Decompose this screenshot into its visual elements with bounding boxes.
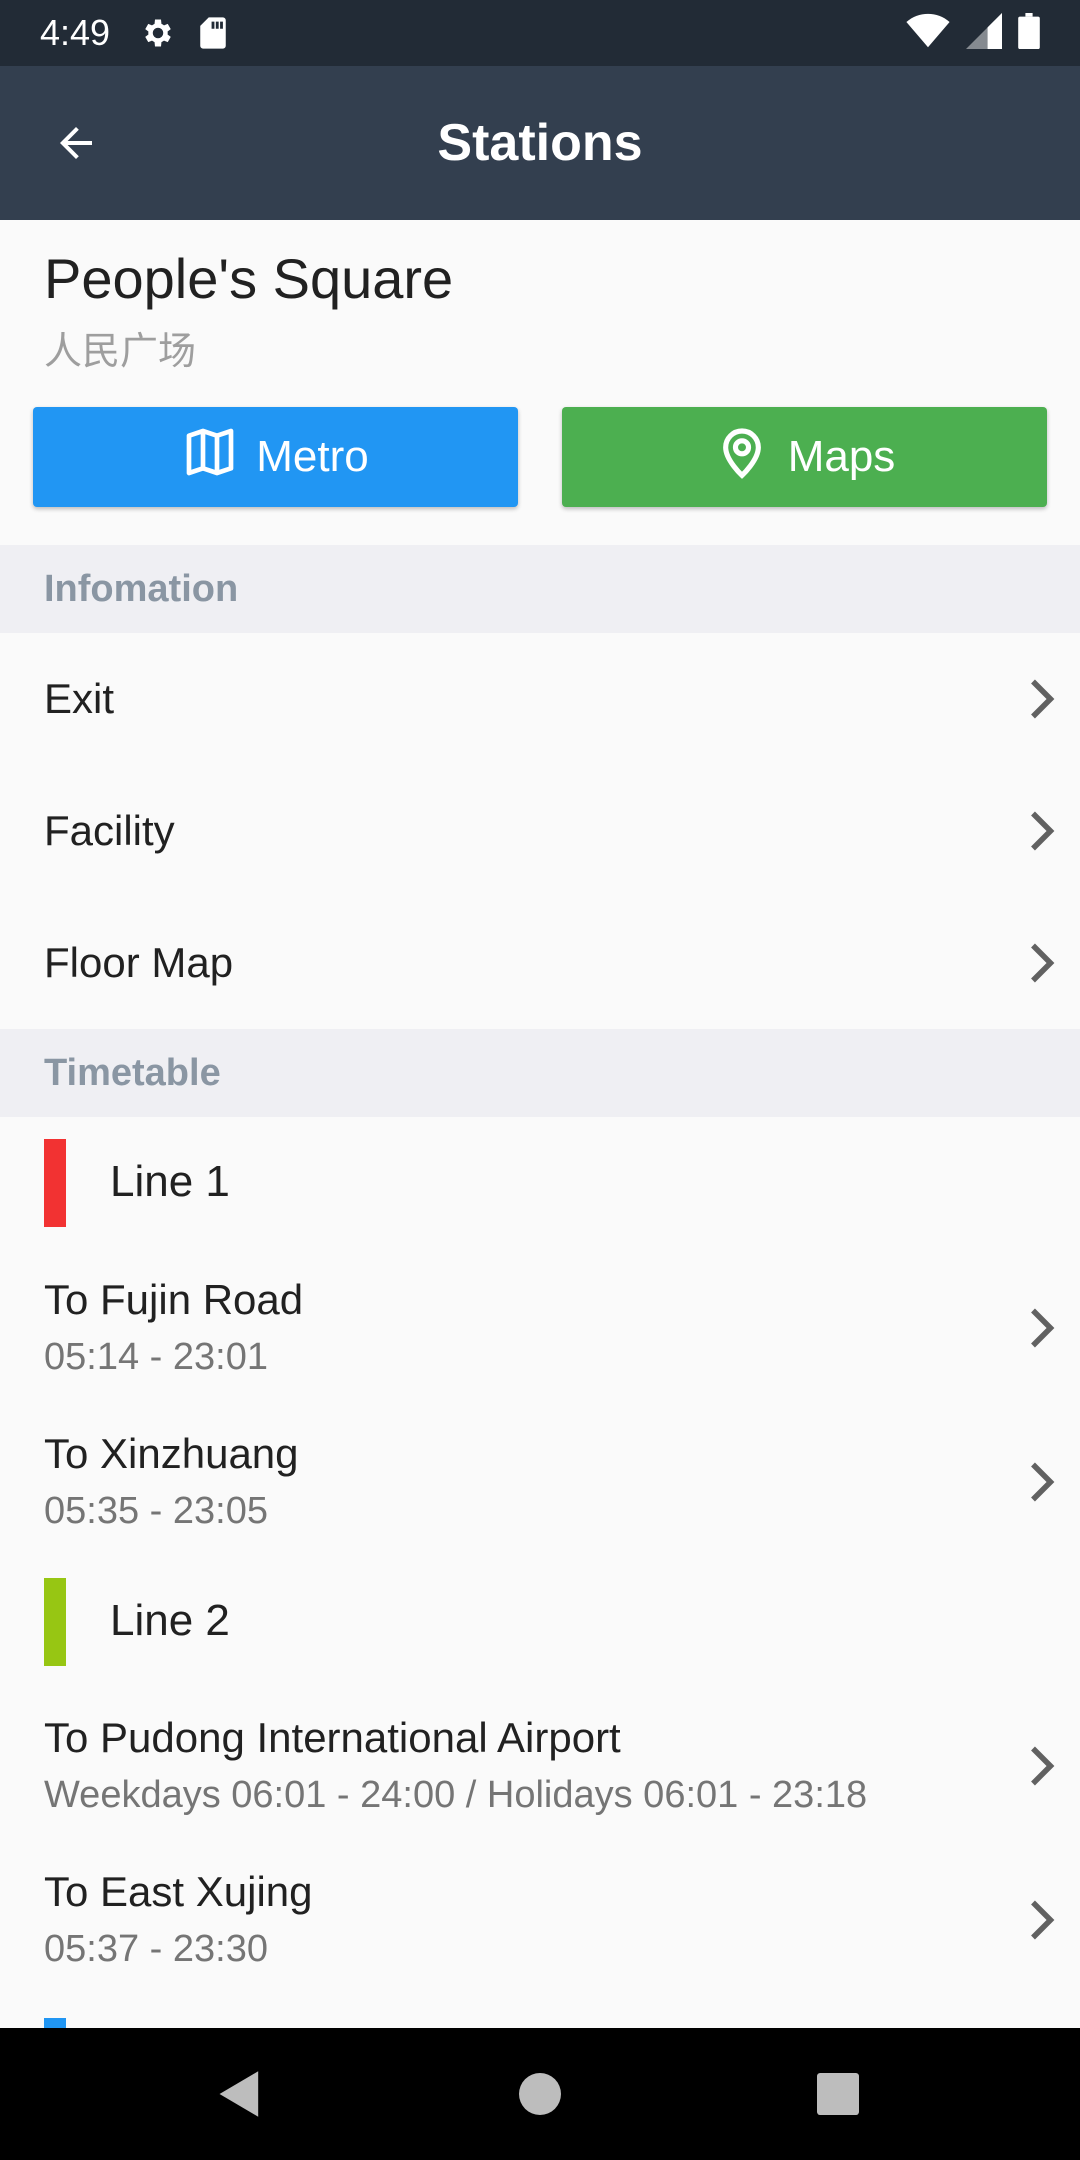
section-header-timetable: Timetable bbox=[0, 1029, 1080, 1117]
chevron-right-icon bbox=[1031, 811, 1055, 851]
direction-row-xinzhuang[interactable]: To Xinzhuang 05:35 - 23:05 bbox=[0, 1416, 1080, 1570]
line-color-bar bbox=[44, 2018, 66, 2028]
status-bar: 4:49 bbox=[0, 0, 1080, 66]
direction-destination: To Xinzhuang bbox=[44, 1430, 299, 1477]
maps-button-label: Maps bbox=[787, 432, 896, 481]
list-item-label: Floor Map bbox=[44, 939, 234, 986]
location-pin-icon bbox=[714, 424, 770, 491]
line-color-bar bbox=[44, 1578, 66, 1666]
recents-square-icon[interactable] bbox=[778, 2028, 898, 2160]
app-bar: Stations bbox=[0, 66, 1080, 220]
metro-button-label: Metro bbox=[256, 432, 369, 481]
line-color-bar bbox=[44, 1139, 66, 1227]
back-triangle-icon[interactable] bbox=[180, 2028, 300, 2160]
list-item-facility[interactable]: Facility bbox=[0, 765, 1080, 897]
direction-row-east-xujing[interactable]: To East Xujing 05:37 - 23:30 bbox=[0, 1854, 1080, 2008]
list-item-label: Facility bbox=[44, 807, 175, 854]
status-right-icons bbox=[906, 12, 1040, 54]
list-item-exit[interactable]: Exit bbox=[0, 633, 1080, 765]
map-icon bbox=[182, 424, 238, 491]
line-header-line-2: Line 2 bbox=[0, 1578, 1080, 1668]
list-item-floor-map[interactable]: Floor Map bbox=[0, 897, 1080, 1029]
station-name-chinese: 人民广场 bbox=[44, 331, 197, 373]
home-circle-icon[interactable] bbox=[480, 2028, 600, 2160]
direction-row-pudong-airport[interactable]: To Pudong International Airport Weekdays… bbox=[0, 1700, 1080, 1854]
direction-hours: 05:35 - 23:05 bbox=[44, 1490, 268, 1532]
station-name: People's Square bbox=[44, 247, 454, 310]
chevron-right-icon bbox=[1031, 1746, 1055, 1786]
direction-destination: To Pudong International Airport bbox=[44, 1714, 621, 1761]
system-nav-bar bbox=[0, 2028, 1080, 2160]
screen: 4:49 Stations People's Square 人民广场 Metro… bbox=[0, 0, 1080, 2160]
line-name: Line 2 bbox=[110, 1596, 230, 1645]
line-header-line-1: Line 1 bbox=[0, 1139, 1080, 1229]
signal-icon bbox=[966, 12, 1002, 54]
section-header-information: Infomation bbox=[0, 545, 1080, 633]
direction-destination: To East Xujing bbox=[44, 1868, 313, 1915]
chevron-right-icon bbox=[1031, 1462, 1055, 1502]
chevron-right-icon bbox=[1031, 679, 1055, 719]
line-name: Line 1 bbox=[110, 1157, 230, 1206]
settings-icon bbox=[140, 15, 176, 51]
direction-destination: To Fujin Road bbox=[44, 1276, 304, 1323]
status-time: 4:49 bbox=[40, 12, 111, 53]
list-item-label: Exit bbox=[44, 675, 115, 722]
chevron-right-icon bbox=[1031, 943, 1055, 983]
direction-hours: 05:14 - 23:01 bbox=[44, 1336, 268, 1378]
metro-button[interactable]: Metro bbox=[33, 407, 518, 507]
sd-card-icon bbox=[198, 16, 228, 50]
direction-row-fujin-road[interactable]: To Fujin Road 05:14 - 23:01 bbox=[0, 1262, 1080, 1416]
direction-hours: 05:37 - 23:30 bbox=[44, 1928, 268, 1970]
direction-hours: Weekdays 06:01 - 24:00 / Holidays 06:01 … bbox=[44, 1774, 868, 1816]
wifi-icon bbox=[906, 13, 950, 54]
maps-button[interactable]: Maps bbox=[562, 407, 1047, 507]
line-header-partial bbox=[0, 2018, 1080, 2028]
battery-icon bbox=[1018, 12, 1040, 54]
chevron-right-icon bbox=[1031, 1900, 1055, 1940]
chevron-right-icon bbox=[1031, 1308, 1055, 1348]
page-title: Stations bbox=[437, 114, 643, 172]
